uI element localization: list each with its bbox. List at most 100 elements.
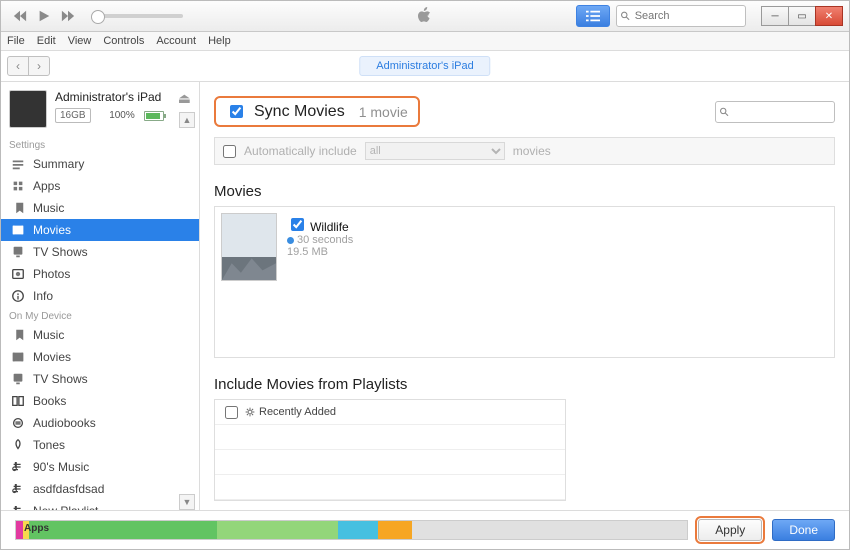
icon bbox=[11, 372, 25, 386]
device-thumbnail bbox=[9, 90, 47, 128]
sidebar-item-apps[interactable]: Apps bbox=[1, 175, 199, 197]
auto-include-row: Automatically include all movies bbox=[214, 137, 835, 165]
sidebar-item-books[interactable]: Books bbox=[1, 390, 199, 412]
summary-icon bbox=[11, 157, 25, 171]
movies-search-input[interactable] bbox=[732, 105, 830, 119]
movie-size: 19.5 MB bbox=[287, 246, 353, 258]
device-name: Administrator's iPad bbox=[55, 90, 164, 104]
apple-logo bbox=[417, 7, 433, 26]
movie-thumbnail[interactable] bbox=[221, 213, 277, 281]
menu-help[interactable]: Help bbox=[208, 35, 231, 47]
capacity-bar: Apps bbox=[15, 520, 688, 540]
device-pill[interactable]: Administrator's iPad bbox=[359, 56, 490, 76]
capacity-segment bbox=[378, 521, 412, 539]
prev-track-button[interactable] bbox=[11, 7, 29, 25]
sidebar-item-audiobooks[interactable]: Audiobooks bbox=[1, 412, 199, 434]
auto-include-select[interactable]: all bbox=[365, 142, 505, 160]
forward-button[interactable]: › bbox=[28, 56, 50, 76]
section-ondevice: On My Device bbox=[1, 307, 199, 324]
icon bbox=[11, 416, 25, 430]
next-track-button[interactable] bbox=[59, 7, 77, 25]
movie-checkbox[interactable] bbox=[291, 218, 304, 231]
search-input[interactable] bbox=[633, 9, 741, 23]
footer: Apps Apply Done bbox=[1, 510, 849, 549]
tv shows-icon bbox=[11, 245, 25, 259]
sidebar-item-label: Photos bbox=[33, 267, 70, 281]
capacity-segment bbox=[412, 521, 687, 539]
sidebar-item-music[interactable]: Music bbox=[1, 197, 199, 219]
menu-edit[interactable]: Edit bbox=[37, 35, 56, 47]
auto-include-label: Automatically include bbox=[244, 144, 357, 158]
play-button[interactable] bbox=[35, 7, 53, 25]
movie-duration: 30 seconds bbox=[297, 234, 353, 246]
sync-movies-label: Sync Movies bbox=[254, 103, 345, 121]
sidebar-item-movies[interactable]: Movies bbox=[1, 219, 199, 241]
sidebar-item-tv-shows[interactable]: TV Shows bbox=[1, 241, 199, 263]
minimize-button[interactable]: ─ bbox=[761, 6, 789, 26]
back-button[interactable]: ‹ bbox=[7, 56, 29, 76]
battery-icon bbox=[144, 111, 164, 121]
icon bbox=[11, 504, 25, 510]
sidebar-item-label: 90's Music bbox=[33, 460, 89, 474]
menu-controls[interactable]: Controls bbox=[103, 35, 144, 47]
menu-view[interactable]: View bbox=[68, 35, 92, 47]
sidebar-item-music[interactable]: Music bbox=[1, 324, 199, 346]
playlist-checkbox[interactable] bbox=[225, 406, 238, 419]
sidebar-item-label: Audiobooks bbox=[33, 416, 96, 430]
sidebar-item-summary[interactable]: Summary bbox=[1, 153, 199, 175]
close-button[interactable]: ✕ bbox=[815, 6, 843, 26]
nav-row: ‹ › Administrator's iPad bbox=[1, 51, 849, 82]
icon bbox=[11, 328, 25, 342]
icon bbox=[11, 460, 25, 474]
capacity-label: Apps bbox=[24, 523, 49, 534]
capacity-segment bbox=[16, 521, 23, 539]
sidebar-item-info[interactable]: Info bbox=[1, 285, 199, 307]
sidebar-item-label: Music bbox=[33, 328, 64, 342]
main-pane: Sync Movies 1 movie Automatically includ… bbox=[200, 82, 849, 510]
menu-bar: File Edit View Controls Account Help bbox=[1, 32, 849, 51]
eject-button[interactable]: ⏏ bbox=[178, 90, 191, 107]
movies-list: Wildlife 30 seconds 19.5 MB bbox=[214, 206, 835, 358]
view-list-button[interactable] bbox=[576, 5, 610, 27]
icon bbox=[11, 482, 25, 496]
sidebar-item-90-s-music[interactable]: 90's Music bbox=[1, 456, 199, 478]
scroll-down-button[interactable]: ▼ bbox=[179, 494, 195, 510]
capacity-segment bbox=[29, 521, 217, 539]
sidebar-item-tones[interactable]: Tones bbox=[1, 434, 199, 456]
sidebar-item-label: Music bbox=[33, 201, 64, 215]
sidebar-item-label: Movies bbox=[33, 223, 71, 237]
playlist-row[interactable]: Recently Added bbox=[215, 400, 565, 425]
search-box[interactable] bbox=[616, 5, 746, 27]
volume-knob[interactable] bbox=[91, 10, 105, 24]
sync-movies-checkbox[interactable] bbox=[230, 105, 243, 118]
playback-controls bbox=[1, 7, 193, 25]
sidebar-item-asdfdasfdsad[interactable]: asdfdasfdsad bbox=[1, 478, 199, 500]
menu-account[interactable]: Account bbox=[156, 35, 196, 47]
sidebar-item-label: New Playlist bbox=[33, 504, 98, 510]
titlebar: ─ ▭ ✕ bbox=[1, 1, 849, 32]
sidebar-item-movies[interactable]: Movies bbox=[1, 346, 199, 368]
capacity-segment bbox=[217, 521, 338, 539]
sidebar-item-label: Books bbox=[33, 394, 66, 408]
unwatched-dot-icon bbox=[287, 237, 294, 244]
scroll-up-button[interactable]: ▲ bbox=[179, 112, 195, 128]
sidebar-item-label: Info bbox=[33, 289, 53, 303]
done-button[interactable]: Done bbox=[772, 519, 835, 541]
icon bbox=[11, 438, 25, 452]
movies-header: Movies bbox=[214, 183, 835, 200]
auto-include-checkbox[interactable] bbox=[223, 145, 236, 158]
maximize-button[interactable]: ▭ bbox=[788, 6, 816, 26]
movies-search-box[interactable] bbox=[715, 101, 835, 123]
battery-percent: 100% bbox=[109, 110, 135, 121]
volume-slider[interactable] bbox=[93, 14, 183, 18]
sidebar-item-label: TV Shows bbox=[33, 372, 88, 386]
sidebar-item-tv-shows[interactable]: TV Shows bbox=[1, 368, 199, 390]
photos-icon bbox=[11, 267, 25, 281]
sidebar-item-new-playlist[interactable]: New Playlist bbox=[1, 500, 199, 510]
playlist-name: Recently Added bbox=[259, 406, 336, 418]
sidebar-item-photos[interactable]: Photos bbox=[1, 263, 199, 285]
sidebar-item-label: Movies bbox=[33, 350, 71, 364]
menu-file[interactable]: File bbox=[7, 35, 25, 47]
auto-include-suffix: movies bbox=[513, 144, 551, 158]
apply-button[interactable]: Apply bbox=[698, 519, 762, 541]
